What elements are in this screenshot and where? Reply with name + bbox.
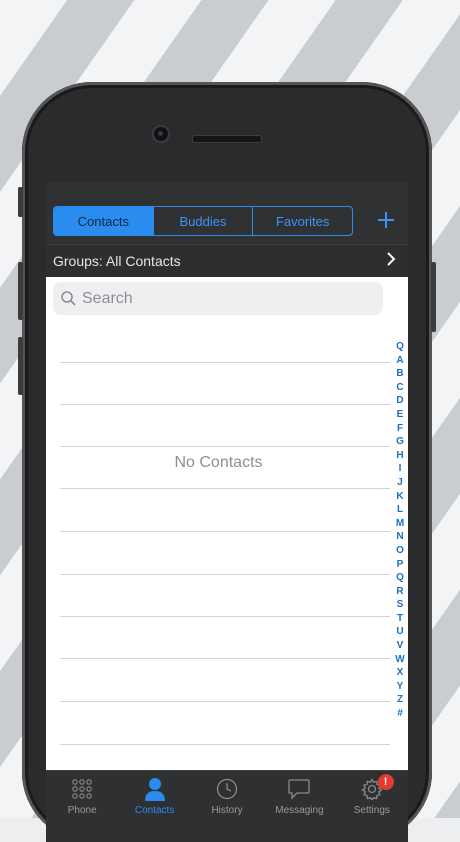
index-letter[interactable]: Y bbox=[397, 680, 404, 694]
groups-selector[interactable]: Groups: All Contacts bbox=[46, 244, 408, 277]
segmented-control: Contacts Buddies Favorites bbox=[53, 206, 353, 236]
index-letter[interactable]: W bbox=[395, 653, 404, 667]
row-divider bbox=[60, 616, 390, 617]
tab-label: History bbox=[211, 805, 243, 816]
person-icon bbox=[144, 777, 166, 801]
index-letter[interactable]: F bbox=[397, 422, 403, 436]
row-divider bbox=[60, 404, 390, 405]
alphabet-index[interactable]: Q A B C D E F G H I J K L M N O P Q R S bbox=[394, 340, 406, 721]
front-camera bbox=[154, 127, 168, 141]
search-input[interactable] bbox=[82, 289, 362, 308]
tab-label: Messaging bbox=[275, 805, 324, 816]
row-divider bbox=[60, 531, 390, 532]
tab-buddies[interactable]: Buddies bbox=[154, 207, 254, 235]
search-bar[interactable] bbox=[53, 282, 383, 315]
row-divider bbox=[60, 446, 390, 447]
earpiece-speaker bbox=[192, 135, 262, 143]
row-divider bbox=[60, 744, 390, 745]
index-letter[interactable]: R bbox=[396, 585, 403, 599]
power-button bbox=[431, 262, 436, 332]
index-letter[interactable]: P bbox=[397, 558, 404, 572]
keypad-icon bbox=[71, 777, 93, 801]
index-letter[interactable]: L bbox=[397, 503, 403, 517]
index-letter[interactable]: S bbox=[397, 598, 404, 612]
index-letter[interactable]: N bbox=[396, 530, 403, 544]
groups-label: Groups: All Contacts bbox=[53, 253, 181, 269]
index-letter[interactable]: E bbox=[397, 408, 404, 422]
index-letter[interactable]: X bbox=[397, 666, 404, 680]
tab-messaging[interactable]: Messaging bbox=[263, 771, 335, 842]
index-letter[interactable]: M bbox=[396, 517, 404, 531]
app-screen: Contacts Buddies Favorites Groups: All C… bbox=[46, 182, 408, 842]
settings-badge: ! bbox=[377, 774, 394, 790]
tab-history[interactable]: History bbox=[191, 771, 263, 842]
index-letter[interactable]: Z bbox=[397, 693, 403, 707]
row-divider bbox=[60, 488, 390, 489]
contacts-list: No Contacts Q A B C D E F G H I J K L M … bbox=[46, 277, 408, 770]
index-letter[interactable]: # bbox=[397, 707, 403, 721]
index-letter[interactable]: D bbox=[396, 394, 403, 408]
index-letter[interactable]: U bbox=[396, 625, 403, 639]
index-letter[interactable]: K bbox=[396, 490, 403, 504]
index-letter[interactable]: I bbox=[399, 462, 402, 476]
index-search-icon[interactable]: Q bbox=[396, 340, 404, 354]
index-letter[interactable]: Q bbox=[396, 571, 404, 585]
mute-switch bbox=[18, 187, 23, 217]
tab-label: Phone bbox=[67, 805, 97, 816]
index-letter[interactable]: V bbox=[397, 639, 404, 653]
bottom-tab-bar: Phone Contacts History Messaging ! Setti… bbox=[46, 770, 408, 842]
index-letter[interactable]: O bbox=[396, 544, 404, 558]
tab-phone[interactable]: Phone bbox=[46, 771, 118, 842]
search-icon bbox=[61, 291, 76, 306]
chevron-right-icon bbox=[386, 251, 408, 271]
index-letter[interactable]: J bbox=[397, 476, 403, 490]
row-divider bbox=[60, 574, 390, 575]
volume-down-button bbox=[18, 337, 23, 395]
chat-bubble-icon bbox=[287, 777, 311, 801]
tab-contacts[interactable]: Contacts bbox=[54, 207, 154, 235]
empty-state-message: No Contacts bbox=[174, 454, 263, 471]
row-divider bbox=[60, 701, 390, 702]
index-letter[interactable]: B bbox=[396, 367, 403, 381]
plus-icon bbox=[378, 212, 394, 228]
tab-contacts-bottom[interactable]: Contacts bbox=[118, 771, 190, 842]
index-letter[interactable]: A bbox=[396, 354, 403, 368]
top-bar: Contacts Buddies Favorites bbox=[46, 182, 408, 244]
tab-settings[interactable]: ! Settings bbox=[336, 771, 408, 842]
volume-up-button bbox=[18, 262, 23, 320]
index-letter[interactable]: G bbox=[396, 435, 404, 449]
index-letter[interactable]: T bbox=[397, 612, 403, 626]
index-letter[interactable]: C bbox=[396, 381, 403, 395]
tab-label: Contacts bbox=[134, 805, 175, 816]
tab-label: Settings bbox=[353, 805, 390, 816]
add-contact-button[interactable] bbox=[374, 206, 398, 234]
index-letter[interactable]: H bbox=[396, 449, 403, 463]
tab-favorites[interactable]: Favorites bbox=[253, 207, 352, 235]
phone-frame: Contacts Buddies Favorites Groups: All C… bbox=[18, 82, 436, 842]
row-divider bbox=[60, 658, 390, 659]
row-divider bbox=[60, 362, 390, 363]
clock-icon bbox=[216, 777, 238, 801]
